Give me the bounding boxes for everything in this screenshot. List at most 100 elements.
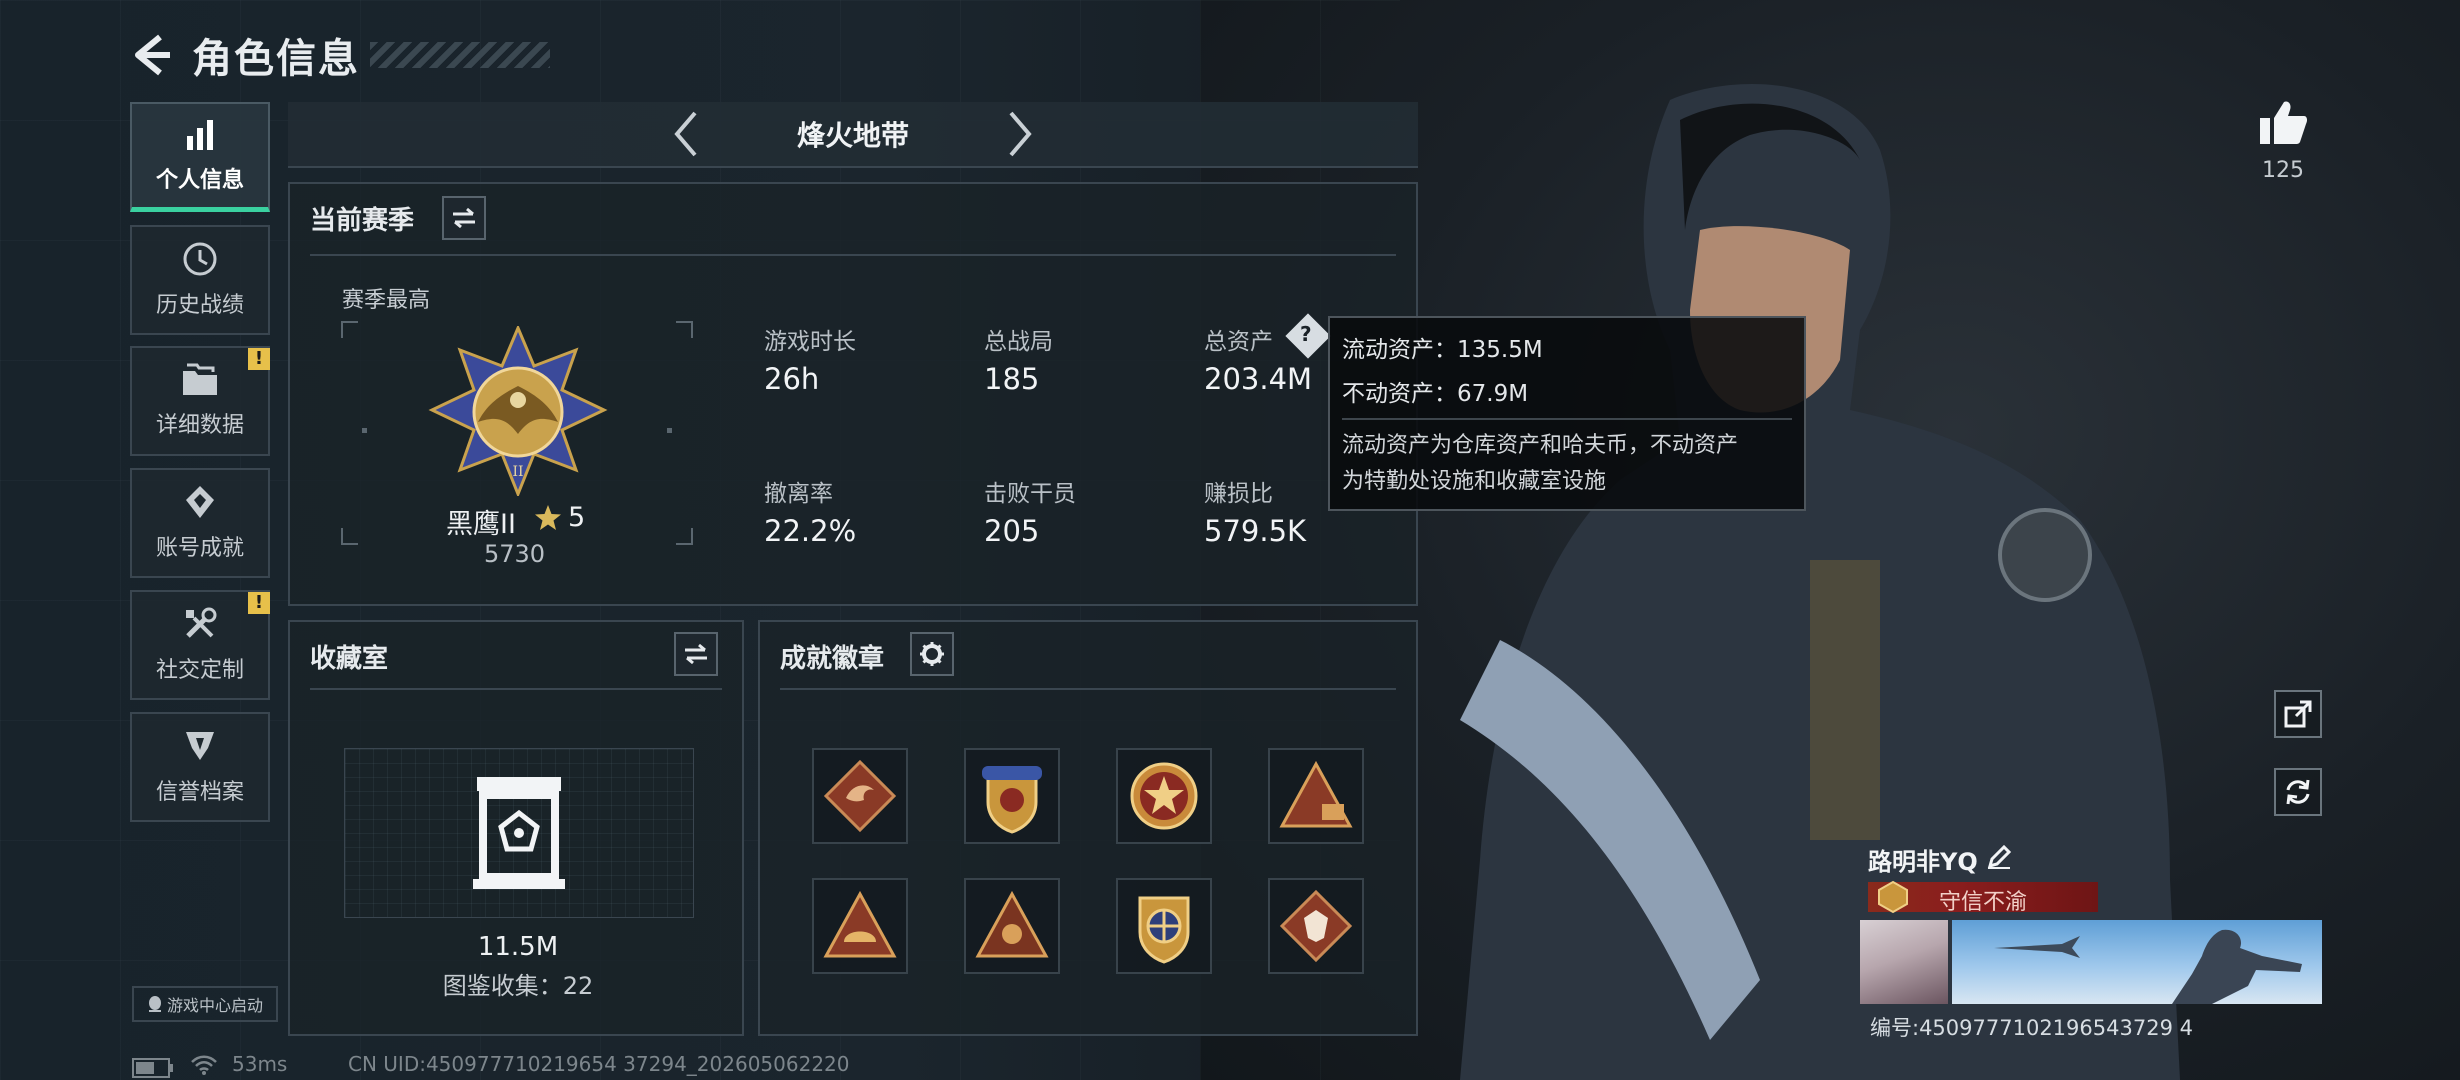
stat-label-extract-rate: 撤离率 [764, 481, 833, 507]
tooltip-desc-line2: 为特勤处设施和收藏室设施 [1342, 469, 1607, 494]
collection-value: 11.5M [477, 932, 559, 962]
divider [780, 688, 1396, 690]
gear-icon [920, 642, 944, 666]
badge-slot[interactable] [964, 748, 1060, 844]
divider [310, 688, 722, 690]
rank-name: 黑鹰II [446, 509, 516, 540]
badge-slot[interactable] [1268, 878, 1364, 974]
warning-badge: ! [248, 592, 270, 614]
badge-slot[interactable] [964, 878, 1060, 974]
badge-slot[interactable] [812, 878, 908, 974]
header-bar: 角色信息 [130, 20, 550, 90]
soldier-silhouette-icon [2172, 929, 2302, 1004]
tooltip-divider [1342, 418, 1792, 420]
share-button[interactable] [2274, 690, 2322, 738]
season-best-label: 赛季最高 [342, 288, 431, 313]
helmet-badge-icon [823, 890, 897, 958]
nav-label: 信誉档案 [155, 780, 244, 805]
player-name: 路明非YQ [1868, 848, 1978, 876]
tools-icon [186, 607, 217, 638]
chevron-right-icon[interactable] [1003, 109, 1037, 159]
nav-item-detailed-data[interactable]: ! 详细数据 [130, 346, 270, 456]
help-icon: ? [1300, 322, 1312, 346]
stat-label-kills: 击败干员 [984, 481, 1076, 507]
chevron-left-icon[interactable] [669, 109, 703, 159]
nav-label: 社交定制 [155, 658, 244, 683]
warning-badge: ! [248, 348, 270, 370]
wifi-icon [191, 1055, 217, 1075]
edit-icon[interactable] [1986, 844, 2012, 870]
mode-switcher: 烽火地带 [288, 102, 1418, 168]
refresh-button[interactable] [2274, 768, 2322, 816]
nav-label: 历史战绩 [155, 293, 244, 318]
rank-stars: 5 [568, 502, 586, 533]
nav-label: 账号成就 [155, 536, 244, 561]
dragon-badge-icon [823, 759, 897, 833]
beast-badge-icon [1279, 889, 1353, 963]
game-center-button[interactable]: 游戏中心启动 [132, 986, 278, 1022]
nav-label: 详细数据 [155, 413, 244, 438]
badges-title: 成就徽章 [780, 644, 885, 674]
uid-line: CN UID:450977710219654 37294_20260506222… [348, 1052, 850, 1076]
player-title: 守信不渝 [1938, 890, 2027, 915]
ping-text: 53ms [232, 1052, 288, 1076]
badges-settings-button[interactable] [910, 632, 954, 676]
season-panel: 当前赛季 赛季最高 II 黑鹰II 5 5730 游戏时长 26h 总战局 18… [288, 182, 1418, 606]
likes-count: 125 [2262, 158, 2304, 183]
globe-badge-icon [1138, 896, 1190, 964]
stat-value-matches: 185 [984, 362, 1040, 396]
battery-icon [132, 1058, 173, 1078]
assets-tooltip: 流动资产：135.5M 不动资产：67.9M 流动资产为仓库资产和哈夫币，不动资… [1328, 316, 1806, 511]
stat-value-assets: 203.4M [1204, 362, 1313, 396]
history-icon [183, 242, 217, 276]
collection-title: 收藏室 [310, 644, 389, 674]
badge-slot[interactable] [1268, 748, 1364, 844]
stat-label-profit-ratio: 赚损比 [1204, 481, 1273, 507]
collection-switch-button[interactable] [674, 632, 718, 676]
star-badge-icon [1130, 762, 1198, 830]
folder-icon [183, 363, 217, 395]
badge-slot[interactable] [1116, 748, 1212, 844]
page-title: 角色信息 [192, 36, 360, 82]
player-banner[interactable] [1952, 920, 2322, 1004]
game-center-label: 游戏中心启动 [166, 996, 263, 1015]
season-switch-button[interactable] [442, 196, 486, 240]
back-arrow-icon[interactable] [130, 33, 174, 77]
thumbs-up-icon[interactable] [2258, 98, 2308, 146]
badge-slot[interactable] [812, 748, 908, 844]
credit-icon [186, 732, 214, 760]
divider [310, 254, 1396, 256]
rank-score: 5730 [484, 540, 546, 568]
nav-item-credit[interactable]: 信誉档案 [130, 712, 270, 822]
jet-icon [1994, 936, 2080, 958]
badge-slot[interactable] [1116, 878, 1212, 974]
bar-chart-icon [187, 119, 213, 150]
tooltip-liquid-assets: 流动资产：135.5M [1342, 337, 1543, 363]
nav-item-social[interactable]: ! 社交定制 [130, 590, 270, 700]
nav-item-history[interactable]: 历史战绩 [130, 225, 270, 335]
stat-value-profit-ratio: 579.5K [1204, 514, 1307, 548]
stat-label-matches: 总战局 [984, 329, 1053, 355]
player-avatar[interactable] [1860, 920, 1948, 1004]
title-decoration [370, 42, 550, 68]
star-icon [535, 505, 561, 530]
nav-item-personal-info[interactable]: 个人信息 [130, 102, 270, 212]
nav-item-achievements[interactable]: 账号成就 [130, 468, 270, 578]
player-card: 路明非YQ 守信不渝 编号:4509777102196543729 4 [1860, 836, 2322, 1040]
collection-preview[interactable] [344, 748, 694, 918]
stat-label-playtime: 游戏时长 [764, 329, 856, 355]
vault-icon [473, 777, 565, 889]
mode-title: 烽火地带 [796, 119, 909, 152]
rank-emblem-icon: II [428, 326, 608, 496]
stat-label-assets: 总资产 [1204, 329, 1273, 355]
stat-value-extract-rate: 22.2% [764, 514, 857, 548]
nav-label: 个人信息 [155, 167, 244, 193]
tooltip-fixed-assets: 不动资产：67.9M [1342, 381, 1529, 407]
tooltip-desc-line1: 流动资产为仓库资产和哈夫币，不动资产 [1342, 433, 1739, 458]
refresh-icon [2286, 779, 2310, 805]
stat-value-playtime: 26h [764, 362, 820, 396]
season-title: 当前赛季 [310, 206, 415, 236]
badges-panel: 成就徽章 [758, 620, 1418, 1036]
shield-badge-icon [982, 766, 1042, 834]
svg-text:II: II [512, 464, 523, 480]
